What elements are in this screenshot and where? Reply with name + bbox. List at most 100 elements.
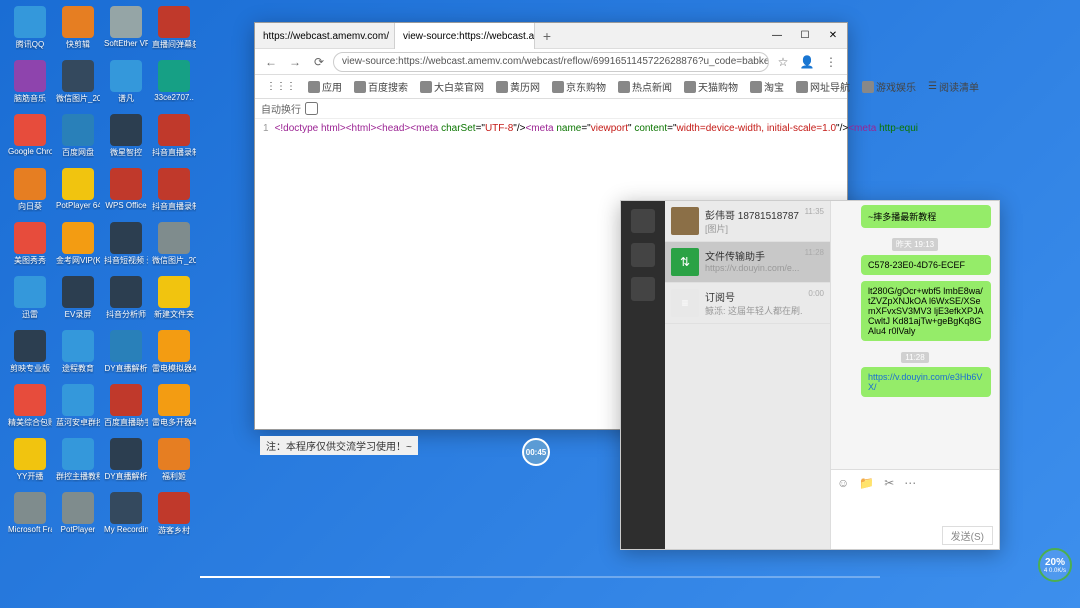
app-icon — [62, 492, 94, 524]
desktop-icon[interactable]: PotPlayer — [56, 490, 100, 538]
desktop-icon[interactable]: 新建文件夹 — [152, 274, 196, 322]
contacts-icon[interactable] — [631, 277, 655, 301]
desktop-icon[interactable]: 游客乡村 — [152, 490, 196, 538]
contact-name: 文件传输助手 — [705, 248, 799, 263]
desktop-icon[interactable]: 雷电模拟器4 — [152, 328, 196, 376]
desktop-icon[interactable]: 向日葵 — [8, 166, 52, 214]
bookmark-item[interactable]: 百度搜索 — [349, 77, 413, 96]
app-icon — [110, 114, 142, 146]
desktop-icon[interactable]: 蓝河安卓群控 — [56, 382, 100, 430]
avatar — [671, 207, 699, 235]
timestamp: 昨天 19:13 — [892, 238, 938, 251]
desktop-icon[interactable]: 微星智控 — [104, 112, 148, 160]
bookmark-icon — [862, 81, 874, 93]
avatar: ⇅ — [671, 248, 699, 276]
contact-name: 彭伟哥 18781518787 — [705, 207, 799, 222]
last-message: 鲸泺: 这届年轻人都在刷... — [705, 304, 802, 317]
menu-icon[interactable]: ⋮ — [821, 52, 841, 72]
bookmark-item[interactable]: 黄历网 — [491, 77, 545, 96]
avatar[interactable] — [631, 209, 655, 233]
desktop-icon[interactable]: 直播间弹幕获取 — [152, 4, 196, 52]
back-button[interactable]: ← — [261, 52, 281, 72]
icon-label: 途程教育 — [62, 363, 94, 374]
message-bubble: lt280G/gOcr+wbf5 lmbE8wa/tZVZpXNJkOA l6W… — [861, 281, 991, 341]
desktop-icon[interactable]: SoftEther VPN Clie.. — [104, 4, 148, 52]
app-icon — [110, 492, 142, 524]
url-input[interactable]: view-source:https://webcast.amemv.com/we… — [333, 52, 769, 72]
desktop-icon[interactable]: 快剪辑 — [56, 4, 100, 52]
desktop-icon[interactable]: 群控主播教程 — [56, 436, 100, 484]
desktop-icon[interactable]: DY直播解析 — [104, 328, 148, 376]
desktop-icon[interactable]: 雷电多开器4 — [152, 382, 196, 430]
profile-icon[interactable]: 👤 — [797, 52, 817, 72]
bookmark-item[interactable]: 热点新闻 — [613, 77, 677, 96]
bookmark-item[interactable]: 游戏娱乐 — [857, 77, 921, 96]
desktop-icon[interactable]: 美图秀秀 — [8, 220, 52, 268]
bookmark-item[interactable]: ☰阅读清单 — [923, 77, 984, 96]
icon-label: 向日葵 — [18, 201, 42, 212]
desktop-icon[interactable]: 微信图片_20210723.. — [56, 58, 100, 106]
tab-inactive[interactable]: https://webcast.amemv.com/× — [255, 23, 395, 49]
more-icon[interactable]: ⋯ — [904, 476, 916, 490]
perf-percent: 20% — [1045, 557, 1065, 568]
bookmark-item[interactable]: 天猫购物 — [679, 77, 743, 96]
desktop-icon[interactable]: 谱凡 — [104, 58, 148, 106]
desktop-icon[interactable]: 百度网盘 — [56, 112, 100, 160]
desktop-icon[interactable]: 抖音短视频 录制 — [104, 220, 148, 268]
desktop-icon[interactable]: 抖音直播录制0524 — [152, 166, 196, 214]
desktop-icon[interactable]: DY直播解析 — [104, 436, 148, 484]
icon-label: 福利姬 — [162, 471, 186, 482]
bookmark-item[interactable]: 淘宝 — [745, 77, 789, 96]
progress-bar[interactable] — [200, 576, 880, 578]
icon-label: PotPlayer — [61, 525, 96, 534]
scissors-icon[interactable]: ✂ — [884, 476, 894, 490]
reload-button[interactable]: ⟳ — [309, 52, 329, 72]
chat-icon[interactable] — [631, 243, 655, 267]
forward-button[interactable]: → — [285, 52, 305, 72]
conversation-item[interactable]: 彭伟哥 18781518787[图片]11:35 — [665, 201, 830, 242]
send-button[interactable]: 发送(S) — [942, 526, 993, 545]
minimize-button[interactable]: — — [763, 23, 791, 48]
desktop-icon[interactable]: WPS Office — [104, 166, 148, 214]
desktop-icon[interactable]: Google Chrome — [8, 112, 52, 160]
perf-speed: 4 0.0K/s — [1044, 568, 1066, 574]
desktop-icon[interactable]: 百度直播助手 — [104, 382, 148, 430]
desktop-icon[interactable]: 剪映专业版 — [8, 328, 52, 376]
bookmark-item[interactable]: 应用 — [303, 77, 347, 96]
desktop-icon[interactable]: Microsoft Framework.. — [8, 490, 52, 538]
close-button[interactable]: ✕ — [819, 23, 847, 48]
desktop-icon[interactable]: EV录屏 — [56, 274, 100, 322]
conversation-item[interactable]: ⇅文件传输助手https://v.douyin.com/e...11:28 — [665, 242, 830, 283]
bookmark-item[interactable]: 网址导航 — [791, 77, 855, 96]
bookmark-item[interactable]: 大白菜官网 — [415, 77, 489, 96]
desktop-icon[interactable]: My Recording 0 — [104, 490, 148, 538]
desktop-icon[interactable]: 微信图片_20210731.. — [152, 220, 196, 268]
new-tab-button[interactable]: + — [535, 23, 559, 48]
desktop-icon[interactable]: 抖音直播录制_河豪丝版_ — [152, 112, 196, 160]
autowrap-checkbox[interactable] — [305, 102, 318, 115]
desktop-icon[interactable]: 精美综合包账户XmBasV — [8, 382, 52, 430]
desktop-icon[interactable]: 金考网VIP(K下载器 — [56, 220, 100, 268]
desktop-icon[interactable]: YY开播 — [8, 436, 52, 484]
emoji-icon[interactable]: ☺ — [837, 476, 849, 490]
apps-icon[interactable]: ⋮⋮⋮ — [261, 79, 301, 94]
desktop-icon[interactable]: 途程教育 — [56, 328, 100, 376]
star-icon[interactable]: ☆ — [773, 52, 793, 72]
wechat-input-area[interactable]: ☺ 📁 ✂ ⋯ 发送(S) — [831, 469, 999, 549]
conversation-item[interactable]: ≡订阅号鲸泺: 这届年轻人都在刷...0:00 — [665, 283, 830, 324]
bookmark-item[interactable]: 京东购物 — [547, 77, 611, 96]
desktop-icon[interactable]: 抖音分析师 — [104, 274, 148, 322]
desktop-icon[interactable]: 33ce2707.. — [152, 58, 196, 106]
tab-active[interactable]: view-source:https://webcast.a..× — [395, 23, 535, 49]
folder-icon[interactable]: 📁 — [859, 476, 874, 490]
desktop-icon[interactable]: 福利姬 — [152, 436, 196, 484]
desktop-icon[interactable]: 腾讯QQ — [8, 4, 52, 52]
desktop-icon[interactable]: PotPlayer 64 bit — [56, 166, 100, 214]
message-bubble: ~摔多播最新教程 — [861, 205, 991, 228]
desktop-icon[interactable]: 脑筋音乐 — [8, 58, 52, 106]
maximize-button[interactable]: ☐ — [791, 23, 819, 48]
performance-meter[interactable]: 20% 4 0.0K/s — [1038, 548, 1072, 582]
icon-label: DY直播解析 — [104, 363, 147, 374]
icon-label: 谱凡 — [118, 93, 134, 104]
desktop-icon[interactable]: 迅雷 — [8, 274, 52, 322]
